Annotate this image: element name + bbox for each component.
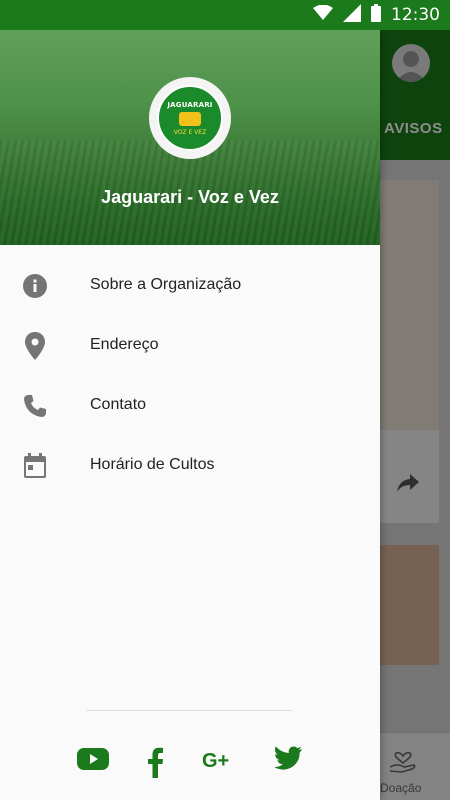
- facebook-icon[interactable]: [146, 746, 164, 783]
- signal-icon: [343, 3, 361, 27]
- svg-text:G+: G+: [202, 750, 229, 772]
- status-icons: 12:30: [313, 0, 440, 30]
- logo-badge: JAGUARARI VOZ E VEZ: [157, 85, 223, 151]
- menu-item-endereco[interactable]: Endereço: [0, 315, 380, 375]
- wifi-icon: [313, 4, 333, 26]
- logo-text-bottom: VOZ E VEZ: [173, 128, 207, 136]
- calendar-icon: [22, 453, 48, 479]
- google-plus-icon[interactable]: G+: [202, 746, 236, 779]
- youtube-icon[interactable]: [77, 746, 109, 777]
- logo-text-top: JAGUARARI: [167, 100, 213, 109]
- menu-item-label: Endereço: [90, 336, 159, 353]
- logo-sun-icon: [179, 111, 201, 126]
- drawer-title: Jaguarari - Voz e Vez: [101, 187, 279, 207]
- organization-logo: JAGUARARI VOZ E VEZ: [149, 77, 231, 159]
- menu-item-sobre[interactable]: Sobre a Organização: [0, 255, 380, 315]
- navigation-drawer: JAGUARARI VOZ E VEZ Jaguarari - Voz e Ve…: [0, 30, 380, 800]
- menu-item-contato[interactable]: Contato: [0, 375, 380, 435]
- drawer-divider: [86, 710, 292, 711]
- social-links: G+: [0, 742, 380, 782]
- menu-item-label: Horário de Cultos: [90, 456, 215, 473]
- location-pin-icon: [22, 332, 48, 360]
- menu-item-label: Contato: [90, 396, 147, 413]
- menu-item-label: Sobre a Organização: [90, 276, 242, 293]
- menu-item-horario[interactable]: Horário de Cultos: [0, 435, 380, 495]
- info-icon: [22, 273, 48, 299]
- status-time: 12:30: [391, 5, 440, 25]
- drawer-menu: Sobre a Organização Endereço Contato Hor…: [0, 255, 380, 495]
- phone-icon: [22, 393, 48, 419]
- drawer-header: JAGUARARI VOZ E VEZ Jaguarari - Voz e Ve…: [0, 30, 380, 245]
- status-bar: 12:30: [0, 0, 450, 30]
- battery-icon: [371, 3, 381, 27]
- twitter-icon[interactable]: [272, 746, 302, 777]
